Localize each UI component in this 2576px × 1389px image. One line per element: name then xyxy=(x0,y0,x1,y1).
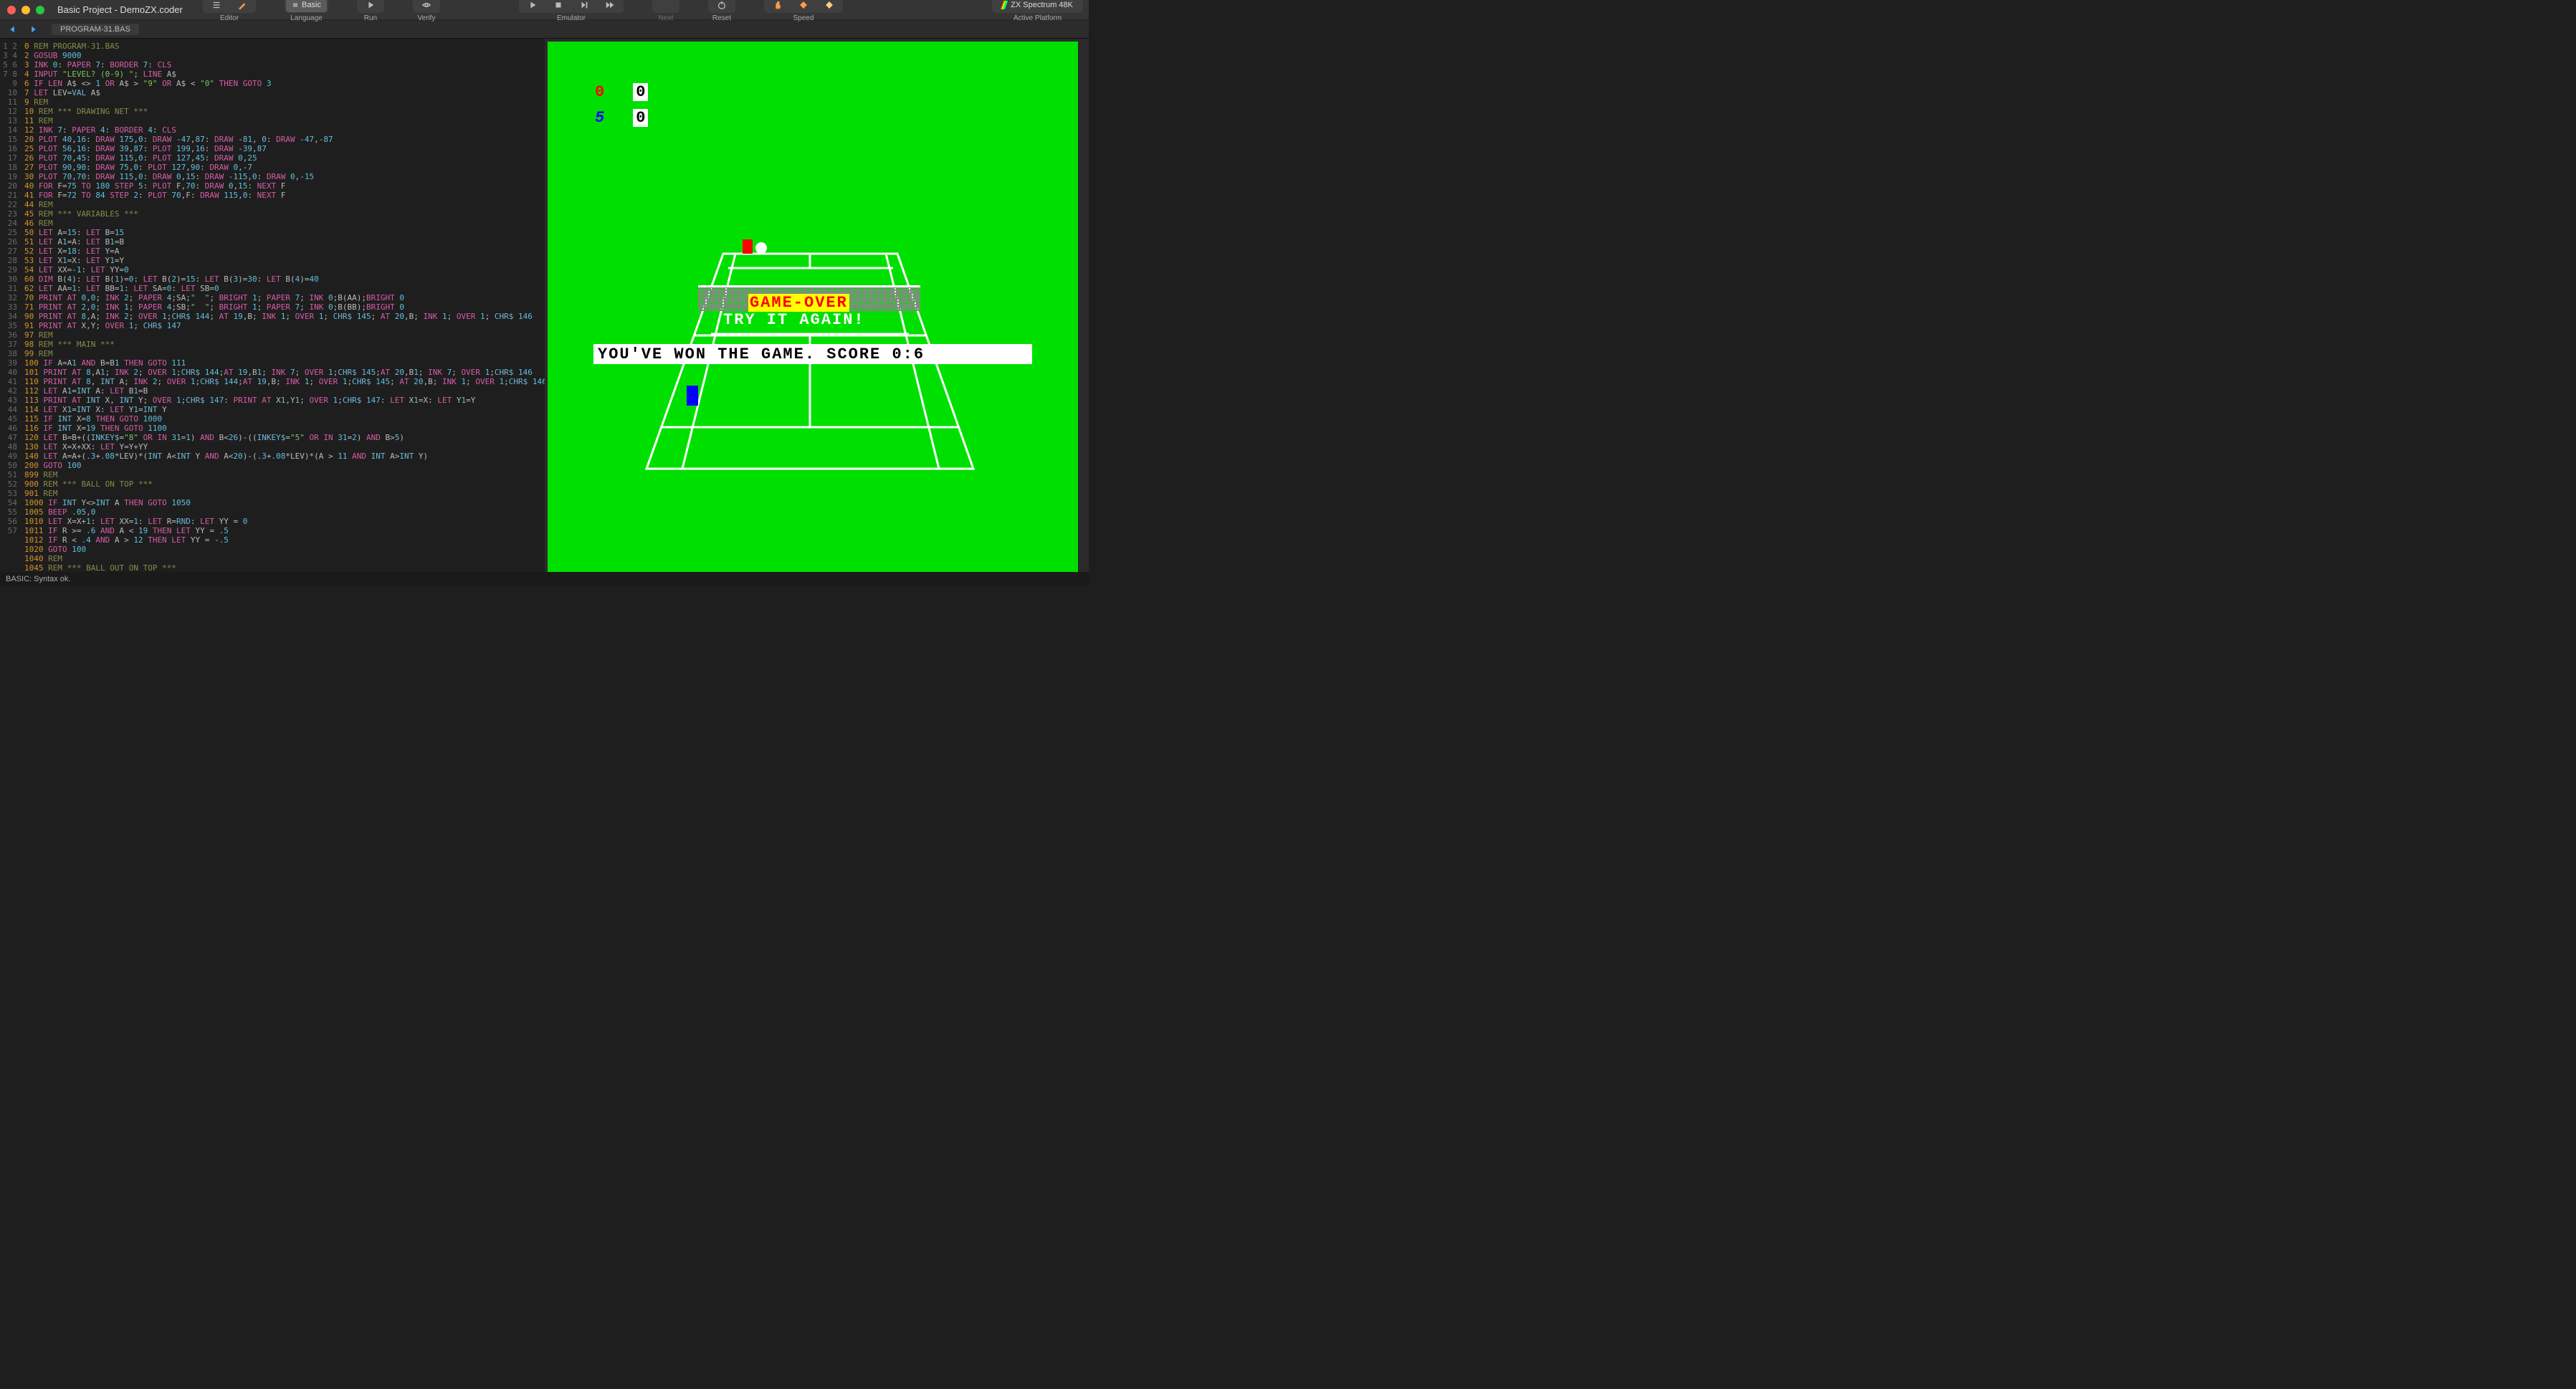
zx-stripes-icon xyxy=(1001,1,1008,9)
editor-group-label: Editor xyxy=(220,14,239,22)
speed-diamond2-button[interactable] xyxy=(817,0,841,12)
nav-forward-button[interactable] xyxy=(26,23,40,36)
language-group-label: Language xyxy=(290,14,323,22)
run-label: Run xyxy=(364,14,377,22)
emulator-stop-button[interactable] xyxy=(546,0,571,12)
player-bottom-sprite xyxy=(687,386,698,406)
status-bar: BASIC: Syntax ok. xyxy=(0,572,1089,586)
reset-label: Reset xyxy=(712,14,731,22)
paint-mode-button[interactable] xyxy=(230,0,254,12)
speed-diamond1-button[interactable] xyxy=(791,0,816,12)
window-title: Basic Project - DemoZX.coder xyxy=(57,4,183,15)
emulator-group-label: Emulator xyxy=(557,14,586,22)
platform-value: ZX Spectrum 48K xyxy=(1011,1,1073,9)
window-controls xyxy=(7,6,44,14)
speed-label: Speed xyxy=(793,14,814,22)
titlebar: Basic Project - DemoZX.coder Editor Basi… xyxy=(0,0,1089,20)
line-gutter: 1 2 3 4 5 6 7 8 9 10 11 12 13 14 15 16 1… xyxy=(0,39,22,572)
platform-label: Active Platform xyxy=(1013,14,1062,22)
player-top-sprite xyxy=(743,239,753,254)
editor-mode-list-button[interactable] xyxy=(204,0,229,12)
breadcrumb-file[interactable]: PROGRAM-31.BAS xyxy=(52,24,139,35)
verify-button[interactable] xyxy=(414,0,439,12)
language-value: Basic xyxy=(302,1,321,9)
win-message: YOU'VE WON THE GAME. SCORE 0:6 xyxy=(593,344,1032,364)
code-editor[interactable]: 0 REM PROGRAM-31.BAS 2 GOSUB 9000 3 INK … xyxy=(24,42,545,572)
game-over-text: GAME-OVER xyxy=(748,294,849,312)
verify-label: Verify xyxy=(417,14,435,22)
reset-button[interactable] xyxy=(710,0,734,12)
zoom-window-button[interactable] xyxy=(36,6,44,14)
language-select[interactable]: Basic xyxy=(286,0,327,12)
editor-pane[interactable]: 1 2 3 4 5 6 7 8 9 10 11 12 13 14 15 16 1… xyxy=(0,39,545,572)
emulator-pane: 0 0 5 0 xyxy=(545,39,1089,572)
emulator-screen[interactable]: 0 0 5 0 xyxy=(548,42,1078,572)
speed-hand-button[interactable] xyxy=(765,0,790,12)
emulator-play-button[interactable] xyxy=(520,0,545,12)
breadcrumb-bar: PROGRAM-31.BAS xyxy=(0,20,1089,39)
emulator-step-button[interactable] xyxy=(572,0,596,12)
run-button[interactable] xyxy=(358,0,383,12)
emulator-ff-button[interactable] xyxy=(598,0,622,12)
main-split: 1 2 3 4 5 6 7 8 9 10 11 12 13 14 15 16 1… xyxy=(0,39,1089,572)
close-window-button[interactable] xyxy=(7,6,16,14)
platform-select[interactable]: ZX Spectrum 48K xyxy=(992,0,1083,13)
status-text: BASIC: Syntax ok. xyxy=(6,575,70,583)
next-button xyxy=(654,0,678,12)
next-label: Next xyxy=(659,14,674,22)
nav-back-button[interactable] xyxy=(6,23,20,36)
try-again-text: TRY IT AGAIN! xyxy=(723,311,865,329)
ball-sprite xyxy=(755,242,767,254)
minimize-window-button[interactable] xyxy=(22,6,30,14)
